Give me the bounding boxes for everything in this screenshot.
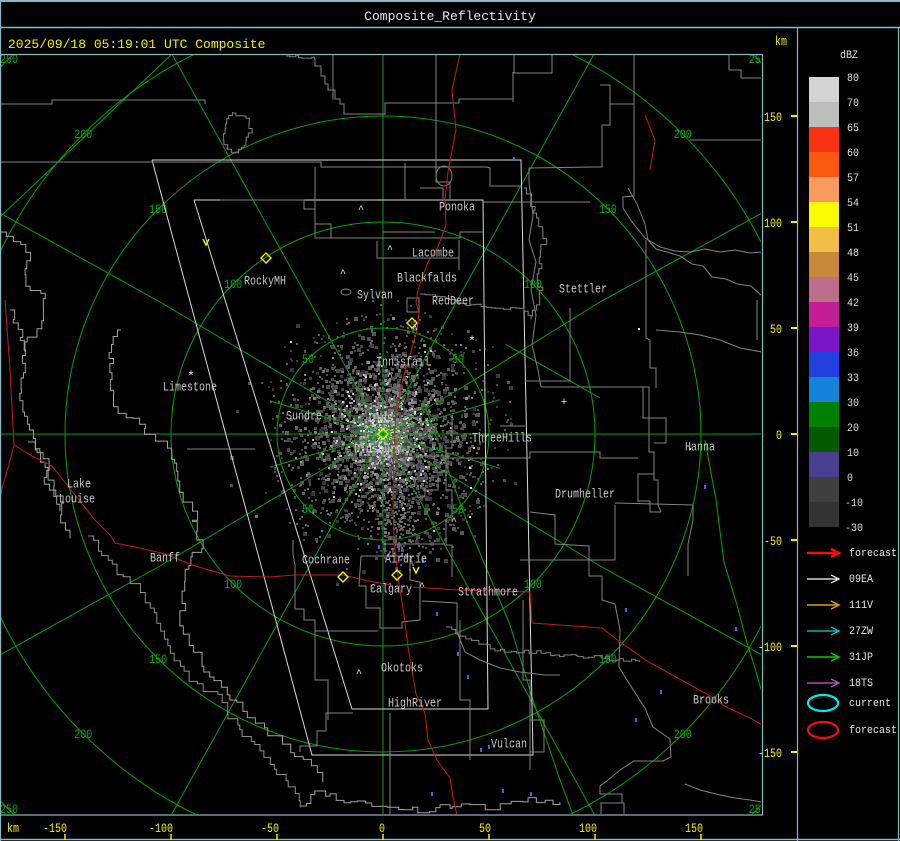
svg-text:dBZ: dBZ bbox=[840, 50, 858, 62]
svg-text:Stettler: Stettler bbox=[559, 282, 607, 297]
svg-text:50: 50 bbox=[452, 352, 464, 367]
svg-text:30: 30 bbox=[847, 398, 859, 410]
svg-text:^: ^ bbox=[358, 205, 364, 216]
svg-text:18TS: 18TS bbox=[849, 678, 873, 690]
svg-text:27ZW: 27ZW bbox=[849, 626, 873, 638]
svg-text:*: * bbox=[468, 334, 476, 349]
svg-text:Strathmore: Strathmore bbox=[458, 585, 518, 600]
svg-text:Lacombe: Lacombe bbox=[412, 246, 454, 261]
svg-text:100: 100 bbox=[524, 577, 542, 592]
svg-text:0: 0 bbox=[776, 428, 782, 443]
svg-text:0: 0 bbox=[847, 473, 853, 485]
svg-text:Lake: Lake bbox=[67, 477, 91, 492]
svg-text:-150: -150 bbox=[758, 746, 782, 761]
svg-text:Cochrane: Cochrane bbox=[302, 553, 350, 568]
svg-text:09EA: 09EA bbox=[849, 574, 873, 586]
svg-text:Limestone: Limestone bbox=[163, 380, 217, 395]
svg-text:forecast: forecast bbox=[849, 725, 897, 737]
svg-text:-30: -30 bbox=[845, 523, 863, 535]
svg-text:Sundre: Sundre bbox=[286, 409, 322, 424]
svg-text:50: 50 bbox=[302, 502, 314, 517]
svg-text:-50: -50 bbox=[764, 534, 782, 549]
svg-text:+: + bbox=[561, 397, 568, 409]
svg-text:80: 80 bbox=[847, 73, 859, 85]
svg-text:^: ^ bbox=[387, 488, 393, 499]
svg-text:km: km bbox=[7, 821, 19, 836]
svg-text:Calgary: Calgary bbox=[370, 582, 412, 597]
svg-text:50: 50 bbox=[452, 502, 464, 517]
svg-text:50: 50 bbox=[302, 352, 314, 367]
svg-text:-100: -100 bbox=[758, 640, 782, 655]
svg-text:^: ^ bbox=[451, 517, 457, 528]
svg-text:Louise: Louise bbox=[59, 492, 95, 507]
svg-text:48: 48 bbox=[847, 248, 859, 260]
svg-text:150: 150 bbox=[149, 652, 167, 667]
svg-text:Drumheller: Drumheller bbox=[555, 487, 615, 502]
svg-text:forecast: forecast bbox=[849, 548, 897, 560]
svg-text:200: 200 bbox=[74, 127, 92, 142]
svg-text:36: 36 bbox=[847, 348, 859, 360]
svg-text:60: 60 bbox=[847, 148, 859, 160]
svg-text:100: 100 bbox=[224, 577, 242, 592]
svg-text:65: 65 bbox=[847, 123, 859, 135]
svg-text:Vulcan: Vulcan bbox=[491, 737, 527, 752]
svg-text:45: 45 bbox=[847, 273, 859, 285]
svg-text:Okotoks: Okotoks bbox=[381, 661, 423, 676]
svg-text:50: 50 bbox=[770, 322, 782, 337]
svg-text:150: 150 bbox=[685, 821, 703, 836]
svg-text:51: 51 bbox=[847, 223, 859, 235]
svg-text:Sylvan: Sylvan bbox=[357, 288, 393, 303]
svg-text:0: 0 bbox=[379, 821, 385, 836]
svg-text:Hanna: Hanna bbox=[685, 440, 715, 455]
svg-text:Banff: Banff bbox=[150, 551, 180, 566]
svg-text:^: ^ bbox=[377, 459, 383, 470]
svg-text:^: ^ bbox=[356, 669, 362, 680]
svg-text:57: 57 bbox=[847, 173, 859, 185]
svg-text:HighRiver: HighRiver bbox=[388, 696, 442, 711]
svg-text:Ponoka: Ponoka bbox=[439, 200, 475, 215]
svg-text:31JP: 31JP bbox=[849, 652, 873, 664]
svg-text:39: 39 bbox=[847, 323, 859, 335]
svg-text:^: ^ bbox=[387, 245, 393, 256]
svg-text:-150: -150 bbox=[43, 821, 67, 836]
svg-text:-100: -100 bbox=[149, 821, 173, 836]
svg-text:20: 20 bbox=[847, 423, 859, 435]
svg-text:100: 100 bbox=[579, 821, 597, 836]
svg-text:km: km bbox=[775, 34, 787, 49]
svg-text:111V: 111V bbox=[849, 600, 873, 612]
svg-text:^: ^ bbox=[419, 582, 425, 593]
svg-text:2025/09/18 05:19:01 UTC Compos: 2025/09/18 05:19:01 UTC Composite bbox=[8, 37, 265, 52]
svg-text:200: 200 bbox=[74, 727, 92, 742]
svg-text:100: 100 bbox=[764, 216, 782, 231]
svg-text:Composite_Reflectivity: Composite_Reflectivity bbox=[364, 9, 536, 24]
svg-text:33: 33 bbox=[847, 373, 859, 385]
svg-text:-10: -10 bbox=[845, 498, 863, 510]
svg-text:Blackfalds: Blackfalds bbox=[397, 271, 457, 286]
svg-text:70: 70 bbox=[847, 98, 859, 110]
svg-text:^: ^ bbox=[387, 372, 393, 383]
svg-text:200: 200 bbox=[674, 127, 692, 142]
svg-text:Olds: Olds bbox=[369, 411, 393, 426]
svg-text:RedDeer: RedDeer bbox=[432, 294, 474, 309]
svg-text:Innisfail: Innisfail bbox=[376, 355, 430, 370]
svg-text:Brooks: Brooks bbox=[693, 693, 729, 708]
svg-text:RockyMH: RockyMH bbox=[244, 274, 286, 289]
svg-text:200: 200 bbox=[674, 727, 692, 742]
svg-text:current: current bbox=[849, 698, 891, 710]
svg-text:50: 50 bbox=[479, 821, 491, 836]
svg-text:-50: -50 bbox=[261, 821, 279, 836]
svg-text:150: 150 bbox=[764, 110, 782, 125]
svg-text:150: 150 bbox=[599, 652, 617, 667]
svg-text:150: 150 bbox=[599, 202, 617, 217]
svg-text:^: ^ bbox=[340, 269, 346, 280]
svg-text:Didsbury: Didsbury bbox=[354, 442, 402, 457]
svg-text:42: 42 bbox=[847, 298, 859, 310]
svg-text:54: 54 bbox=[847, 198, 859, 210]
svg-text:Airdrie: Airdrie bbox=[385, 552, 427, 567]
svg-text:ThreeHills: ThreeHills bbox=[472, 431, 532, 446]
svg-text:10: 10 bbox=[847, 448, 859, 460]
svg-text:100: 100 bbox=[224, 277, 242, 292]
